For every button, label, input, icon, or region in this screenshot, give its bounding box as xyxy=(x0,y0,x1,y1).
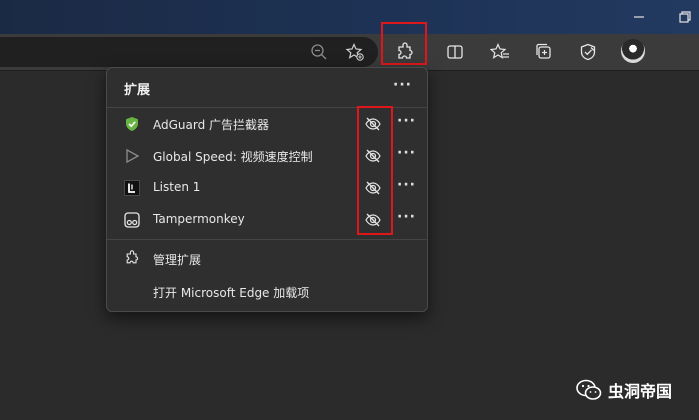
favorite-add-icon[interactable] xyxy=(343,40,367,64)
profile-avatar[interactable] xyxy=(621,39,645,63)
collections-icon[interactable] xyxy=(532,40,556,64)
tampermonkey-icon xyxy=(124,212,140,228)
extensions-popup: 扩展 ··· AdGuard 广告拦截器 ··· Global Speed: 视… xyxy=(106,67,428,312)
favorites-icon[interactable] xyxy=(488,40,512,64)
wechat-logo-icon xyxy=(576,379,602,400)
adguard-shield-icon xyxy=(124,116,140,132)
address-bar[interactable] xyxy=(0,37,378,67)
manage-extensions-label: 管理扩展 xyxy=(153,253,202,267)
extensions-button-highlight xyxy=(381,22,427,65)
zoom-out-icon[interactable] xyxy=(307,40,331,64)
extension-name: AdGuard 广告拦截器 xyxy=(153,118,270,132)
browser-essentials-icon[interactable] xyxy=(576,40,600,64)
popup-header: 扩展 ··· xyxy=(107,68,427,108)
extension-more-options-icon[interactable]: ··· xyxy=(397,113,416,129)
minimize-icon[interactable] xyxy=(630,8,648,26)
split-screen-icon[interactable] xyxy=(443,40,467,64)
watermark-text: 虫洞帝国 xyxy=(608,382,673,401)
extension-name: Global Speed: 视频速度控制 xyxy=(153,150,313,164)
open-edge-addons-label: 打开 Microsoft Edge 加载项 xyxy=(153,286,310,300)
extension-name: Tampermonkey xyxy=(153,212,245,226)
popup-divider xyxy=(107,239,427,240)
extension-more-options-icon[interactable]: ··· xyxy=(397,177,416,193)
extension-more-options-icon[interactable]: ··· xyxy=(397,145,416,161)
listen1-logo-icon xyxy=(124,180,140,196)
browser-toolbar xyxy=(0,34,699,71)
popup-title: 扩展 xyxy=(124,83,151,98)
visibility-toggles-highlight xyxy=(357,106,393,235)
manage-extensions-item[interactable]: 管理扩展 xyxy=(107,242,427,274)
popup-more-options-icon[interactable]: ··· xyxy=(393,77,412,93)
extension-more-options-icon[interactable]: ··· xyxy=(397,209,416,225)
window-title-bar xyxy=(0,0,699,34)
open-edge-addons-item[interactable]: 打开 Microsoft Edge 加载项 xyxy=(107,275,427,307)
extension-name: Listen 1 xyxy=(153,180,201,194)
play-triangle-icon xyxy=(124,148,140,164)
extensions-puzzle-icon xyxy=(124,250,140,266)
watermark: 虫洞帝国 xyxy=(576,378,672,402)
restore-icon[interactable] xyxy=(676,8,694,26)
